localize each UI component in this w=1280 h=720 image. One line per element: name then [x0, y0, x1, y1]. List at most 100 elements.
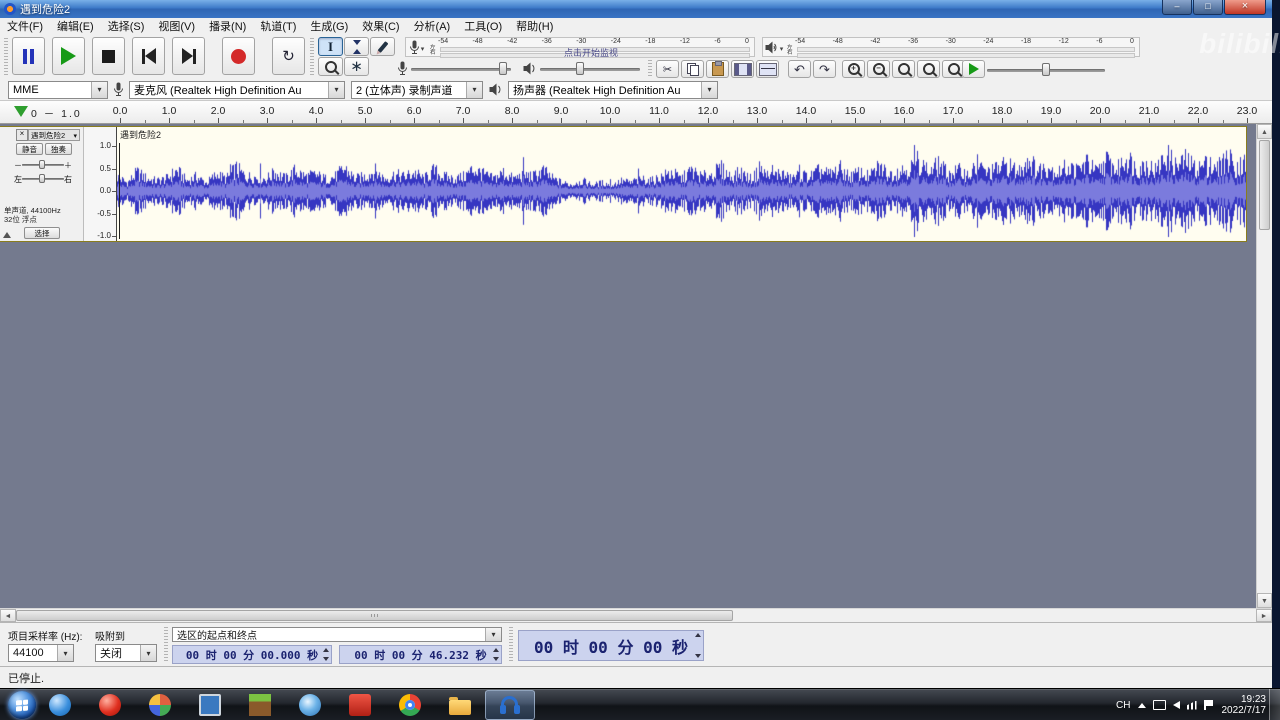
- mute-button[interactable]: 静音: [16, 143, 43, 155]
- stop-button[interactable]: [92, 37, 125, 75]
- menu-analyze[interactable]: 分析(A): [407, 18, 458, 34]
- skip-to-end-button[interactable]: [172, 37, 205, 75]
- toolbar-grip[interactable]: [648, 60, 652, 77]
- paste-button[interactable]: [706, 60, 729, 78]
- selection-end-field[interactable]: 00 时 00 分 46.232 秒: [339, 645, 502, 664]
- zoom-tool-button[interactable]: [318, 57, 343, 76]
- taskbar-item-pinwheel-app[interactable]: [135, 690, 185, 720]
- scroll-right-arrow[interactable]: ►: [1256, 609, 1272, 622]
- vertical-scrollbar[interactable]: ▲ ▼: [1256, 124, 1272, 608]
- toolbar-grip[interactable]: [310, 38, 314, 75]
- trim-audio-button[interactable]: [731, 60, 754, 78]
- taskbar-item-system-app[interactable]: [185, 690, 235, 720]
- menu-transport[interactable]: 播录(N): [202, 18, 253, 34]
- menu-tools[interactable]: 工具(O): [457, 18, 509, 34]
- play-button[interactable]: [52, 37, 85, 75]
- toolbar-grip[interactable]: [164, 627, 168, 662]
- selection-start-field[interactable]: 00 时 00 分 00.000 秒: [172, 645, 332, 664]
- waveform-area[interactable]: 遇到危险2: [117, 127, 1246, 241]
- recording-meter[interactable]: -54-48-42-36-30-24-18-12-60 左右 点击开始监视: [405, 37, 755, 59]
- monitor-hint[interactable]: 点击开始监视: [564, 46, 618, 59]
- spinner-icon[interactable]: [491, 647, 500, 662]
- menu-help[interactable]: 帮助(H): [509, 18, 560, 34]
- spinner-icon[interactable]: [693, 632, 702, 659]
- waveform-canvas[interactable]: [117, 127, 1246, 241]
- clock[interactable]: 19:23 2022/7/17: [1222, 694, 1267, 716]
- playback-volume-slider[interactable]: [540, 60, 640, 77]
- menu-tracks[interactable]: 轨道(T): [253, 18, 303, 34]
- zoom-out-button[interactable]: −: [867, 60, 890, 78]
- show-desktop-button[interactable]: [1269, 689, 1280, 720]
- track-collapse-icon[interactable]: [3, 232, 11, 238]
- copy-button[interactable]: [681, 60, 704, 78]
- hidden-icons-chevron[interactable]: [1137, 702, 1146, 708]
- taskbar-item-red-tool-app[interactable]: [335, 690, 385, 720]
- loop-button[interactable]: ↻: [272, 37, 305, 75]
- menu-generate[interactable]: 生成(G): [303, 18, 355, 34]
- menu-edit[interactable]: 编辑(E): [50, 18, 101, 34]
- taskbar-item-chrome[interactable]: [385, 690, 435, 720]
- zoom-in-button[interactable]: +: [842, 60, 865, 78]
- recording-device-combo[interactable]: 麦克风 (Realtek High Definition Au: [129, 80, 345, 99]
- horizontal-scroll-thumb[interactable]: [16, 610, 733, 621]
- selection-tool-button[interactable]: I: [318, 37, 343, 56]
- redo-button[interactable]: ↷: [813, 60, 836, 78]
- menu-file[interactable]: 文件(F): [0, 18, 50, 34]
- menu-view[interactable]: 视图(V): [151, 18, 202, 34]
- meter-dropdown-icon[interactable]: [421, 38, 425, 56]
- taskbar-item-globe-app[interactable]: [285, 690, 335, 720]
- timeline-options-pin-icon[interactable]: [14, 106, 28, 117]
- spinner-icon[interactable]: [321, 647, 330, 662]
- play-speed-slider[interactable]: [987, 61, 1105, 78]
- snap-to-combo[interactable]: 关闭: [95, 644, 157, 662]
- playback-device-combo[interactable]: 扬声器 (Realtek High Definition Au: [508, 80, 718, 99]
- audio-host-combo[interactable]: MME: [8, 80, 108, 99]
- track-area[interactable]: × 遇到危险2 静音 独奏 － ＋ 左 右: [0, 124, 1272, 608]
- pause-button[interactable]: [12, 37, 45, 75]
- scroll-left-arrow[interactable]: ◄: [0, 609, 16, 622]
- taskbar-item-file-explorer[interactable]: [435, 690, 485, 720]
- action-center-flag-icon[interactable]: [1203, 700, 1215, 710]
- close-button[interactable]: [1224, 0, 1266, 15]
- play-at-speed-button[interactable]: [962, 60, 985, 78]
- input-indicator-icon[interactable]: [1152, 700, 1166, 710]
- fit-selection-button[interactable]: [892, 60, 915, 78]
- multi-tool-button[interactable]: ∗: [344, 57, 369, 76]
- selection-range-mode-combo[interactable]: 选区的起点和终点: [172, 627, 502, 642]
- draw-tool-button[interactable]: [370, 37, 395, 56]
- language-indicator[interactable]: CH: [1116, 700, 1130, 711]
- taskbar-item-audacity[interactable]: [485, 690, 535, 720]
- track-select-button[interactable]: 选择: [24, 227, 60, 239]
- record-volume-slider[interactable]: [411, 60, 511, 77]
- undo-button[interactable]: ↶: [788, 60, 811, 78]
- maximize-button[interactable]: [1193, 0, 1223, 15]
- track-close-button[interactable]: ×: [16, 129, 28, 141]
- record-button[interactable]: [222, 37, 255, 75]
- horizontal-scrollbar[interactable]: ◄ ►: [0, 608, 1272, 622]
- silence-audio-button[interactable]: [756, 60, 779, 78]
- pan-slider[interactable]: [22, 172, 64, 185]
- network-icon[interactable]: [1186, 700, 1197, 710]
- envelope-tool-button[interactable]: [344, 37, 369, 56]
- project-rate-combo[interactable]: 44100: [8, 644, 74, 662]
- toolbar-grip[interactable]: [4, 38, 8, 75]
- volume-icon[interactable]: [1172, 701, 1180, 709]
- toolbar-grip[interactable]: [509, 627, 513, 662]
- timeline-ruler[interactable]: 0 － 1.0 0.0 1.0 2.0 3.0 4.0 5.0 6.0 7.0 8.0 9.0 10…: [0, 101, 1272, 124]
- scroll-down-arrow[interactable]: ▼: [1257, 593, 1272, 608]
- menu-effect[interactable]: 效果(C): [355, 18, 406, 34]
- gain-slider[interactable]: [22, 158, 64, 171]
- audio-position-field[interactable]: 00 时 00 分 00 秒: [518, 630, 704, 661]
- solo-button[interactable]: 独奏: [45, 143, 72, 155]
- taskbar-item-blue-app[interactable]: [35, 690, 85, 720]
- vertical-ruler[interactable]: 1.0 0.5 0.0 -0.5 -1.0: [84, 127, 117, 241]
- audio-track[interactable]: × 遇到危险2 静音 独奏 － ＋ 左 右: [0, 126, 1247, 242]
- menu-select[interactable]: 选择(S): [101, 18, 152, 34]
- playback-meter[interactable]: -54-48-42-36-30-24-18-12-60 左右: [762, 37, 1140, 58]
- start-button[interactable]: [8, 691, 36, 719]
- fit-project-button[interactable]: [917, 60, 940, 78]
- track-name-dropdown[interactable]: 遇到危险2: [28, 129, 80, 141]
- cut-button[interactable]: ✂: [656, 60, 679, 78]
- meter-dropdown-icon[interactable]: [780, 38, 784, 56]
- vertical-scroll-thumb[interactable]: [1259, 140, 1270, 230]
